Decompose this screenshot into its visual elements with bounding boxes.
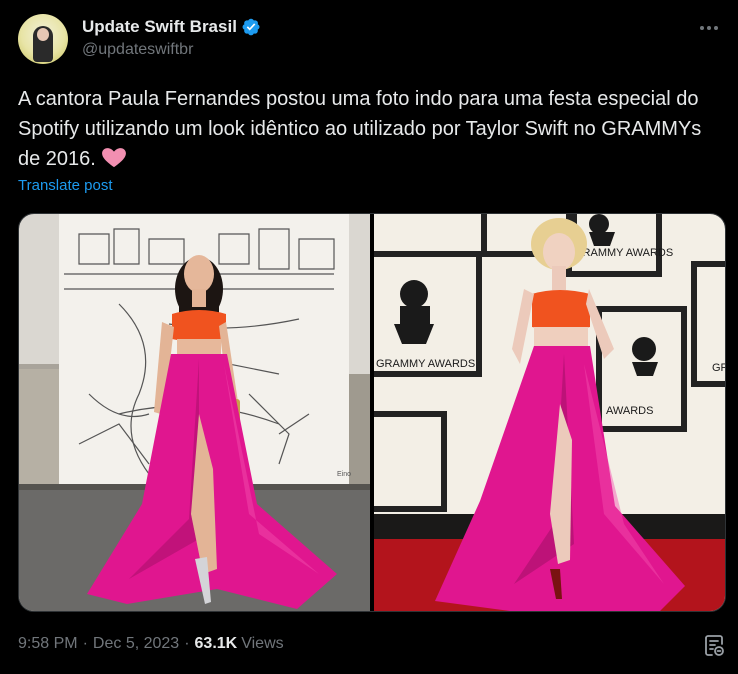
photo-taylor-swift-grammys[interactable]: GRAMMY AWARDS GRAMMY AWARDS AWARDS GR (374, 214, 726, 611)
post-analytics-icon[interactable] (702, 633, 726, 659)
display-name[interactable]: Update Swift Brasil (82, 17, 237, 37)
avatar-face (37, 28, 49, 41)
svg-text:Eino: Eino (337, 471, 351, 478)
display-name-row: Update Swift Brasil (82, 17, 261, 37)
tweet-header: Update Swift Brasil @updateswiftbr (18, 14, 723, 68)
views-count: 63.1K (194, 635, 238, 652)
author-names: Update Swift Brasil @updateswiftbr (82, 17, 261, 59)
meta-separator: · (184, 635, 190, 652)
tweet: Update Swift Brasil @updateswiftbr A can… (0, 0, 738, 674)
more-options-icon[interactable] (697, 20, 721, 36)
author-handle[interactable]: @updateswiftbr (82, 41, 261, 59)
verified-badge-icon[interactable] (241, 17, 261, 37)
grammy-awards-top-text: GRAMMY AWARDS (574, 247, 673, 259)
grammy-awards-left-text: GRAMMY AWARDS (376, 358, 475, 370)
photo-right-drawing: GRAMMY AWARDS GRAMMY AWARDS AWARDS GR (374, 214, 726, 611)
grammy-edge-text: GR (712, 362, 726, 374)
tweet-meta: 9:58 PM · Dec 5, 2023 · 63.1K Views (18, 635, 284, 653)
media-grid: Eino GRAMMY AWARDS GRAMMY AWARDS AWARDS … (18, 213, 726, 612)
pink-heart-icon (101, 148, 126, 168)
post-time[interactable]: 9:58 PM (18, 635, 78, 653)
photo-left-drawing: Eino (19, 214, 370, 611)
photo-paula-fernandes[interactable]: Eino (19, 214, 370, 611)
post-date[interactable]: Dec 5, 2023 (93, 635, 179, 653)
awards-mid-text: AWARDS (606, 405, 653, 417)
views-label: Views (241, 635, 284, 652)
tweet-text: A cantora Paula Fernandes postou uma fot… (18, 84, 720, 174)
translate-post-link[interactable]: Translate post (18, 177, 113, 194)
meta-separator: · (82, 635, 88, 652)
avatar[interactable] (18, 14, 68, 64)
